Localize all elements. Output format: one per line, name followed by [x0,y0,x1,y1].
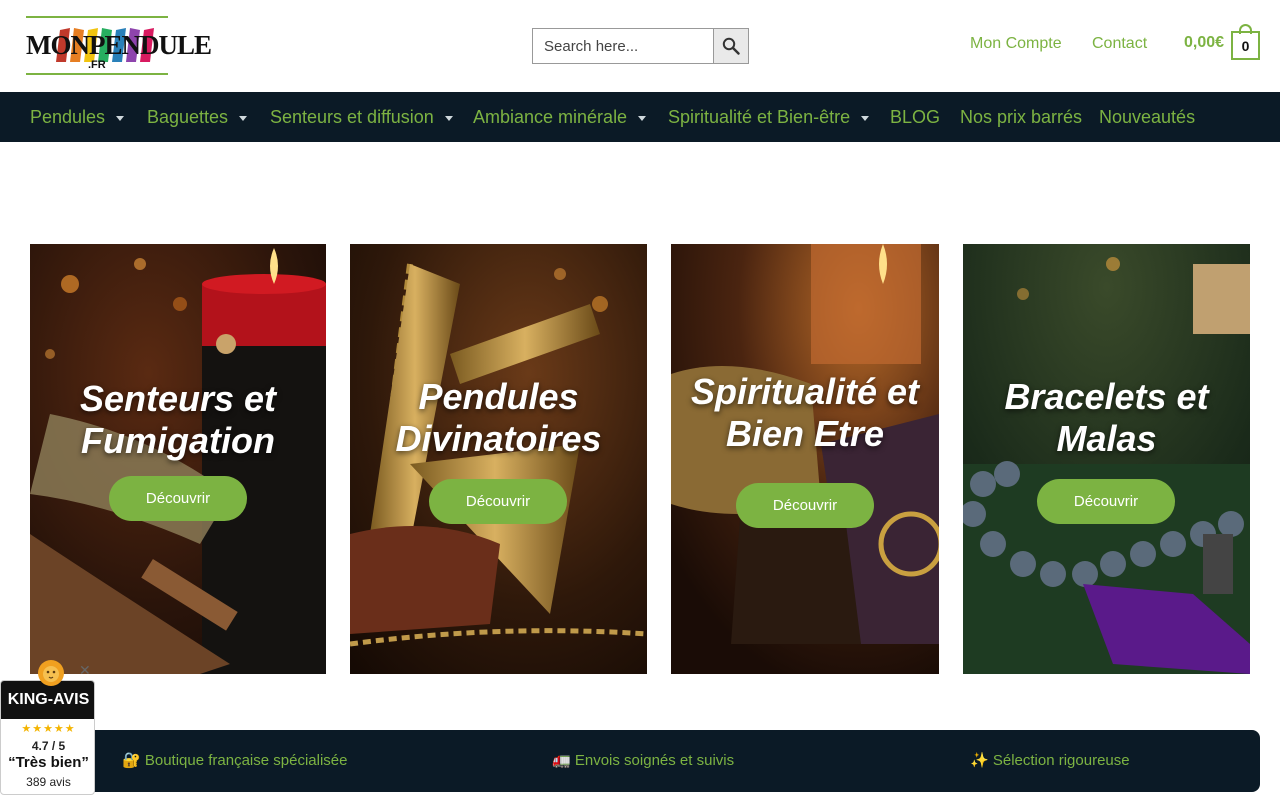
logo-rule-bottom [26,73,168,75]
nav-item-label: Spiritualité et Bien-être [668,106,851,127]
category-card-pendules[interactable]: Pendules Divinatoires Découvrir [350,244,647,674]
card-title-line: Spiritualité et [690,371,920,412]
card-title-line: Malas [1056,418,1157,459]
nav-item-baguettes[interactable]: Baguettes [147,92,248,142]
chevron-down-icon [116,115,125,121]
search-button[interactable] [713,29,748,63]
chevron-down-icon [239,115,248,121]
cart-count: 0 [1231,31,1260,60]
category-card-spiritualite[interactable]: Spiritualité et Bien Etre Découvrir [671,244,939,674]
rating-score: 4.7 / 5 [31,739,66,753]
chevron-down-icon [861,115,870,121]
nav-item-label: Baguettes [147,106,229,127]
card-title-line: Bracelets et [1004,376,1209,417]
rating-stars: ★★★★★ [21,723,76,735]
feature-item: 🔐 Boutique française spécialisée [122,751,347,769]
feature-label: Envois soignés et suivis [574,752,735,769]
card-title: Senteurs et Fumigation [30,378,326,462]
nav-item-label: Nos prix barrés [960,106,1083,127]
feature-label: Sélection rigoureuse [992,752,1130,769]
site-header: MONPENDULE .FR Mon Compte Contact 0,00€ … [0,0,1280,92]
card-title: Spiritualité et Bien Etre [671,371,939,455]
site-logo[interactable]: MONPENDULE .FR [26,16,212,76]
nav-item-blog[interactable]: BLOG [890,92,940,142]
search-form [532,28,749,64]
cart-icon[interactable]: 0 [1231,24,1260,60]
nav-item-label: Nouveautés [1099,106,1196,127]
lock-icon: 🔐 [122,752,141,769]
category-card-bracelets[interactable]: Bracelets et Malas Découvrir [963,244,1250,674]
card-background-image [671,244,939,674]
nav-item-ambiance[interactable]: Ambiance minérale [473,92,647,142]
chevron-down-icon [444,115,453,121]
main-nav: Pendules Baguettes Senteurs et diffusion… [0,92,1280,142]
feature-item: ✨ Sélection rigoureuse [970,751,1130,769]
review-count: 389 avis [26,775,71,789]
discover-button[interactable]: Découvrir [1037,479,1175,524]
logo-tld: .FR [88,59,106,71]
account-link[interactable]: Mon Compte [970,35,1062,53]
nav-item-nouveautes[interactable]: Nouveautés [1099,92,1195,142]
card-title: Pendules Divinatoires [350,376,647,460]
truck-icon: 🚛 [552,752,571,769]
card-title-line: Bien Etre [725,413,885,454]
contact-link[interactable]: Contact [1092,35,1147,53]
nav-item-label: Pendules [30,106,106,127]
feature-item: 🚛 Envois soignés et suivis [552,751,734,769]
features-bar: 🔐 Boutique française spécialisée 🚛 Envoi… [20,730,1260,792]
discover-button[interactable]: Découvrir [736,483,874,528]
rating-verdict: “Très bien” [8,754,89,771]
feature-label: Boutique française spécialisée [144,752,348,769]
logo-rule-top [26,16,168,18]
discover-button[interactable]: Découvrir [109,476,247,521]
category-card-senteurs[interactable]: Senteurs et Fumigation Découvrir [30,244,326,674]
discover-button[interactable]: Découvrir [429,479,567,524]
nav-item-senteurs[interactable]: Senteurs et diffusion [270,92,453,142]
logo-wordmark: MONPENDULE [26,30,212,60]
card-title-line: Fumigation [81,420,275,461]
nav-item-label: Ambiance minérale [473,106,628,127]
card-title-line: Divinatoires [395,418,602,459]
nav-item-label: BLOG [890,106,941,127]
nav-item-pendules[interactable]: Pendules [30,92,125,142]
nav-item-label: Senteurs et diffusion [270,106,434,127]
card-title-line: Senteurs et [79,378,277,419]
card-title: Bracelets et Malas [963,376,1250,460]
search-input[interactable] [533,29,714,63]
chevron-down-icon [638,115,647,121]
search-icon [722,37,740,55]
sparkles-icon: ✨ [970,752,989,769]
nav-item-spiritualite[interactable]: Spiritualité et Bien-être [668,92,870,142]
card-title-line: Pendules [418,376,579,417]
cart-total[interactable]: 0,00€ [1184,34,1224,52]
close-icon[interactable]: ✕ [79,663,91,677]
lion-badge-icon [38,660,64,686]
nav-item-prix-barres[interactable]: Nos prix barrés [960,92,1082,142]
review-widget[interactable]: KING-AVIS ★★★★★ 4.7 / 5 “Très bien” 389 … [0,680,95,795]
